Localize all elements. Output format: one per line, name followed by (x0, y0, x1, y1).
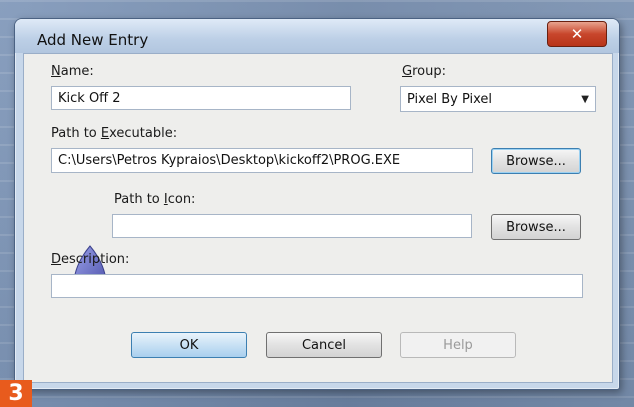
add-new-entry-dialog: Add New Entry ✕ Name: Kick Off 2 Group: … (14, 18, 620, 390)
browse-icon-label: Browse... (506, 219, 566, 235)
close-button[interactable]: ✕ (547, 21, 607, 47)
title-bar[interactable]: Add New Entry ✕ (15, 19, 619, 53)
close-icon: ✕ (570, 25, 584, 43)
description-label: Description: (51, 252, 130, 267)
dialog-body: Name: Kick Off 2 Group: Pixel By Pixel ▼… (23, 53, 613, 383)
group-label: Group: (402, 64, 446, 79)
path-icon-field[interactable] (112, 214, 472, 238)
name-field[interactable]: Kick Off 2 (51, 86, 351, 110)
browse-executable-button[interactable]: Browse... (491, 148, 581, 174)
name-label: Name: (51, 64, 94, 79)
group-value: Pixel By Pixel (407, 91, 493, 107)
path-icon-label: Path to Icon: (114, 192, 196, 207)
ok-label: OK (179, 337, 199, 353)
ok-button[interactable]: OK (131, 332, 247, 358)
group-select[interactable]: Pixel By Pixel ▼ (400, 86, 596, 112)
browse-icon-button[interactable]: Browse... (491, 214, 581, 240)
browse-executable-label: Browse... (506, 153, 566, 169)
chevron-down-icon: ▼ (581, 93, 589, 105)
name-value: Kick Off 2 (58, 90, 121, 106)
path-executable-label: Path to Executable: (51, 126, 178, 141)
dialog-title: Add New Entry (37, 31, 149, 49)
step-number-badge: 3 (0, 380, 32, 407)
cancel-button[interactable]: Cancel (266, 332, 382, 358)
path-executable-field[interactable]: C:\Users\Petros Kypraios\Desktop\kickoff… (51, 148, 473, 173)
help-label: Help (443, 337, 473, 353)
help-button[interactable]: Help (400, 332, 516, 358)
path-executable-value: C:\Users\Petros Kypraios\Desktop\kickoff… (58, 153, 401, 168)
cancel-label: Cancel (301, 337, 347, 353)
description-field[interactable] (51, 274, 583, 298)
